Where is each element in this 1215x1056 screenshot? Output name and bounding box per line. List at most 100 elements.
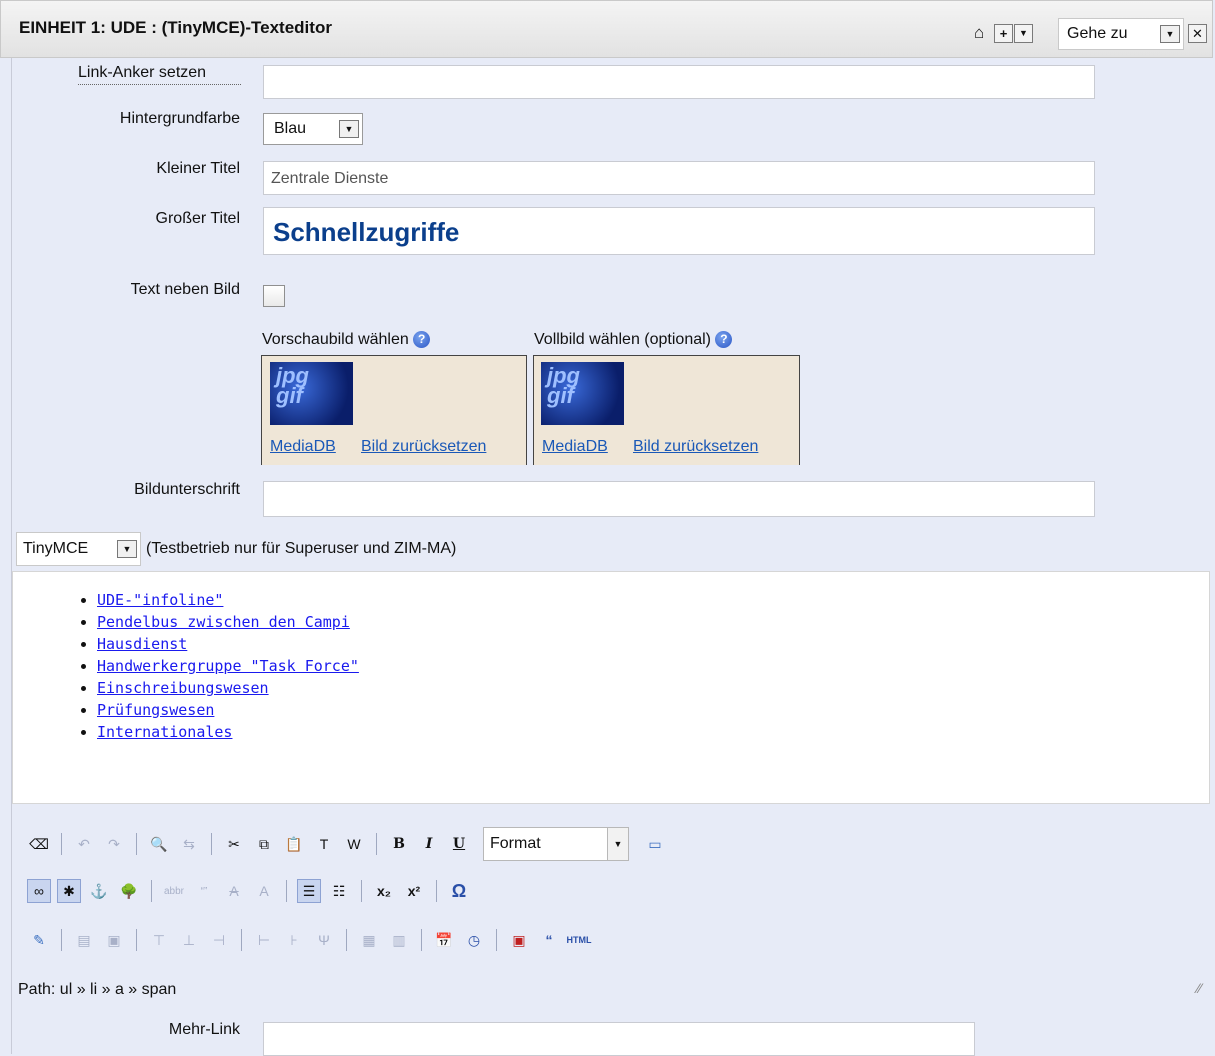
toolbar-separator bbox=[61, 833, 62, 855]
list-link[interactable]: UDE-"infoline" bbox=[97, 591, 223, 609]
undo-icon[interactable]: ↶ bbox=[72, 832, 96, 856]
link-icon[interactable]: ∞ bbox=[27, 879, 51, 903]
copy-icon[interactable]: ⧉ bbox=[252, 832, 276, 856]
editor-mode-select[interactable]: TinyMCE ▼ bbox=[16, 532, 141, 566]
link-anchor-input[interactable] bbox=[263, 65, 1095, 99]
abbreviation-icon[interactable]: abbr bbox=[162, 879, 186, 903]
delete-col-icon[interactable]: Ψ bbox=[312, 928, 336, 952]
list-link[interactable]: Handwerkergruppe "Task Force" bbox=[97, 657, 359, 675]
paste-icon[interactable]: 📋 bbox=[282, 832, 306, 856]
insert-row-after-icon[interactable]: ⊥ bbox=[177, 928, 201, 952]
cut-icon[interactable]: ✂ bbox=[222, 832, 246, 856]
list-link[interactable]: Hausdienst bbox=[97, 635, 187, 653]
strikethrough-icon[interactable]: A bbox=[222, 879, 246, 903]
help-icon[interactable]: ? bbox=[413, 331, 431, 349]
background-color-value: Blau bbox=[274, 120, 307, 137]
image-icon[interactable]: 🌳 bbox=[117, 879, 141, 903]
table-cell-icon[interactable]: ▣ bbox=[102, 928, 126, 952]
mediadb-link[interactable]: MediaDB bbox=[542, 438, 608, 456]
rich-text-editor-area[interactable]: UDE-"infoline" Pendelbus zwischen den Ca… bbox=[12, 571, 1210, 804]
help-icon[interactable]: ? bbox=[715, 331, 733, 349]
toolbar-separator bbox=[286, 880, 287, 902]
editor-path: Path: ul » li » a » span bbox=[18, 981, 177, 998]
anchor-icon[interactable]: ⚓ bbox=[87, 879, 111, 903]
list-link[interactable]: Internationales bbox=[97, 723, 232, 741]
paste-special-icon[interactable]: ▣ bbox=[507, 928, 531, 952]
image-placeholder-thumbnail: jpg gif bbox=[270, 362, 353, 425]
preview-image-panel: jpg gif MediaDB Bild zurücksetzen bbox=[261, 355, 527, 465]
edit-icon[interactable]: ✎ bbox=[27, 928, 51, 952]
split-cells-icon[interactable]: ▦ bbox=[357, 928, 381, 952]
subscript-icon[interactable]: x₂ bbox=[372, 879, 396, 903]
caption-input[interactable] bbox=[263, 481, 1095, 517]
small-title-input[interactable]: Zentrale Dienste bbox=[263, 161, 1095, 195]
unlink-icon[interactable]: ✱ bbox=[57, 879, 81, 903]
insert-row-before-icon[interactable]: ⊤ bbox=[147, 928, 171, 952]
eraser-icon[interactable]: ⌫ bbox=[27, 832, 51, 856]
chevron-down-icon: ▼ bbox=[339, 120, 359, 138]
html-source-icon[interactable]: HTML bbox=[567, 928, 592, 952]
replace-icon[interactable]: ⇆ bbox=[177, 832, 201, 856]
resize-handle-icon[interactable]: ⁄⁄ bbox=[1197, 980, 1202, 996]
text-beside-image-checkbox[interactable] bbox=[263, 285, 285, 307]
dropdown-arrow-icon: ▼ bbox=[1160, 25, 1180, 43]
special-character-icon[interactable]: Ω bbox=[447, 879, 471, 903]
home-icon[interactable]: ⌂ bbox=[974, 23, 984, 43]
list-link[interactable]: Pendelbus zwischen den Campi bbox=[97, 613, 350, 631]
redo-icon[interactable]: ↷ bbox=[102, 832, 126, 856]
list-item: Pendelbus zwischen den Campi bbox=[97, 611, 359, 633]
big-title-input[interactable]: Schnellzugriffe bbox=[263, 207, 1095, 255]
list-link[interactable]: Einschreibungswesen bbox=[97, 679, 269, 697]
toolbar-separator bbox=[346, 929, 347, 951]
chevron-down-icon: ▼ bbox=[607, 828, 628, 860]
big-title-value: Schnellzugriffe bbox=[273, 217, 460, 247]
reset-image-link[interactable]: Bild zurücksetzen bbox=[361, 438, 486, 456]
expand-plus-icon[interactable]: + bbox=[994, 24, 1013, 43]
background-color-select[interactable]: Blau ▼ bbox=[263, 113, 363, 145]
insert-col-before-icon[interactable]: ⊢ bbox=[252, 928, 276, 952]
toolbar-row-3: ✎ ▤ ▣ ⊤ ⊥ ⊣ ⊢ ⊦ Ψ ▦ ▥ 📅 ◷ ▣ “ HTML bbox=[27, 928, 597, 952]
list-item: UDE-"infoline" bbox=[97, 589, 359, 611]
paste-word-icon[interactable]: W bbox=[342, 832, 366, 856]
mediadb-link[interactable]: MediaDB bbox=[270, 438, 336, 456]
reset-image-link[interactable]: Bild zurücksetzen bbox=[633, 438, 758, 456]
fullscreen-icon[interactable]: ▭ bbox=[643, 832, 667, 856]
toolbar-separator bbox=[151, 880, 152, 902]
bullet-list-icon[interactable]: ☰ bbox=[297, 879, 321, 903]
italic-icon[interactable]: I bbox=[417, 832, 441, 856]
list-link[interactable]: Prüfungswesen bbox=[97, 701, 214, 719]
toolbar-row-2: ∞ ✱ ⚓ 🌳 abbr “” A A ☰ ☷ x₂ x² Ω bbox=[27, 879, 477, 903]
numbered-list-icon[interactable]: ☷ bbox=[327, 879, 351, 903]
quote-icon[interactable]: “” bbox=[192, 879, 216, 903]
toolbar-separator bbox=[436, 880, 437, 902]
format-select-value: Format bbox=[490, 835, 541, 852]
delete-row-icon[interactable]: ⊣ bbox=[207, 928, 231, 952]
close-icon[interactable]: ✕ bbox=[1188, 24, 1207, 43]
table-row-icon[interactable]: ▤ bbox=[72, 928, 96, 952]
format-select[interactable]: Format ▼ bbox=[483, 827, 629, 861]
chevron-down-icon[interactable]: ▼ bbox=[1014, 24, 1033, 43]
underline-icon[interactable]: U bbox=[447, 832, 471, 856]
caption-label: Bildunterschrift bbox=[134, 481, 240, 498]
list-item: Prüfungswesen bbox=[97, 699, 359, 721]
editor-mode-value: TinyMCE bbox=[23, 540, 89, 557]
toolbar-separator bbox=[361, 880, 362, 902]
more-link-input[interactable] bbox=[263, 1022, 975, 1056]
bold-icon[interactable]: B bbox=[387, 832, 411, 856]
insert-col-after-icon[interactable]: ⊦ bbox=[282, 928, 306, 952]
big-title-label: Großer Titel bbox=[155, 210, 240, 227]
merge-cells-icon[interactable]: ▥ bbox=[387, 928, 411, 952]
text-beside-image-label: Text neben Bild bbox=[130, 281, 240, 298]
superscript-icon[interactable]: x² bbox=[402, 879, 426, 903]
panel-title: EINHEIT 1: UDE : (TinyMCE)-Texteditor bbox=[19, 18, 332, 37]
paste-text-icon[interactable]: T bbox=[312, 832, 336, 856]
insert-time-icon[interactable]: ◷ bbox=[462, 928, 486, 952]
text-color-icon[interactable]: A bbox=[252, 879, 276, 903]
toolbar-separator bbox=[211, 833, 212, 855]
toolbar-separator bbox=[136, 833, 137, 855]
list-item: Handwerkergruppe "Task Force" bbox=[97, 655, 359, 677]
insert-date-icon[interactable]: 📅 bbox=[432, 928, 456, 952]
find-icon[interactable]: 🔍 bbox=[147, 832, 171, 856]
goto-select[interactable]: Gehe zu ▼ bbox=[1058, 18, 1184, 50]
blockquote-icon[interactable]: “ bbox=[537, 928, 561, 952]
